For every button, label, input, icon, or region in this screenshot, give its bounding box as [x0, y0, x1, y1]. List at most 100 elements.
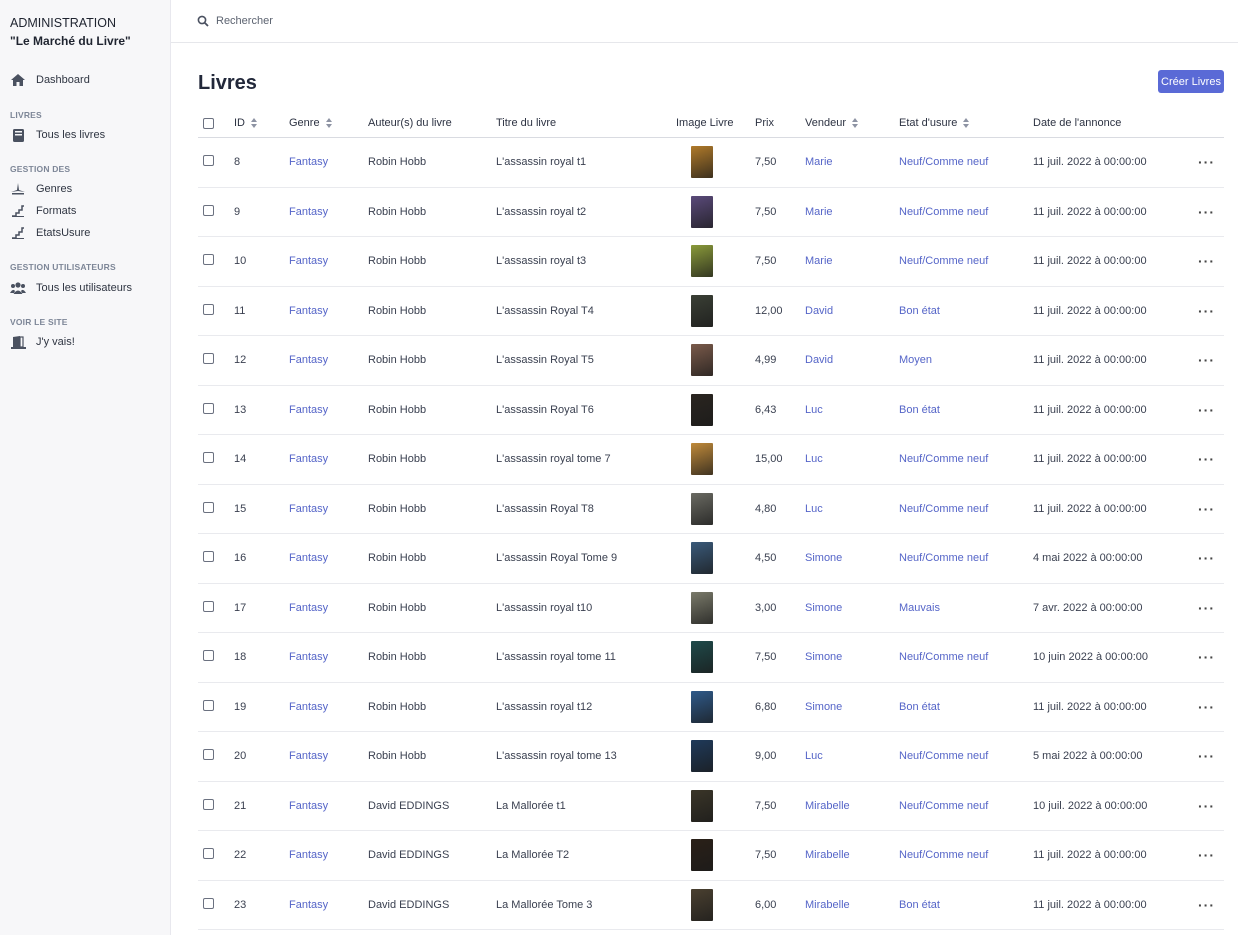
table-row[interactable]: 22 Fantasy David EDDINGS La Mallorée T2 7,50… [198, 831, 1224, 881]
column-genre[interactable]: Genre [289, 117, 333, 129]
cell-etat-link[interactable]: Neuf/Comme neuf [899, 849, 988, 861]
table-row[interactable]: 20 Fantasy Robin Hobb L'assassin royal tome… [198, 732, 1224, 782]
row-actions-menu-icon[interactable]: ··· [1198, 204, 1215, 220]
cell-etat-link[interactable]: Neuf/Comme neuf [899, 800, 988, 812]
row-actions-menu-icon[interactable]: ··· [1198, 649, 1215, 665]
cell-vendeur-link[interactable]: Luc [805, 503, 823, 515]
row-checkbox[interactable] [203, 303, 214, 318]
sidebar-item-genres[interactable]: Genres [10, 182, 72, 196]
row-actions-menu-icon[interactable]: ··· [1198, 253, 1215, 269]
create-book-button[interactable]: Créer Livres [1158, 70, 1224, 93]
cell-etat-link[interactable]: Bon état [899, 899, 940, 911]
row-actions-menu-icon[interactable]: ··· [1198, 847, 1215, 863]
cell-vendeur-link[interactable]: Luc [805, 453, 823, 465]
cell-genre-link[interactable]: Fantasy [289, 750, 328, 762]
table-row[interactable]: 8 Fantasy Robin Hobb L'assassin royal t1 7,5… [198, 138, 1224, 188]
sidebar-item-formats[interactable]: Formats [10, 204, 76, 218]
cell-etat-link[interactable]: Neuf/Comme neuf [899, 453, 988, 465]
cell-vendeur-link[interactable]: Simone [805, 552, 842, 564]
table-row[interactable]: 14 Fantasy Robin Hobb L'assassin royal tome… [198, 435, 1224, 485]
row-checkbox[interactable] [203, 155, 214, 169]
cell-genre-link[interactable]: Fantasy [289, 156, 328, 168]
cell-genre-link[interactable]: Fantasy [289, 354, 328, 366]
row-actions-menu-icon[interactable]: ··· [1198, 897, 1215, 913]
cell-etat-link[interactable]: Neuf/Comme neuf [899, 503, 988, 515]
column-id[interactable]: ID [234, 117, 258, 129]
cell-genre-link[interactable]: Fantasy [289, 552, 328, 564]
sidebar-item-tous-utilisateurs[interactable]: Tous les utilisateurs [10, 281, 132, 295]
table-row[interactable]: 11 Fantasy Robin Hobb L'assassin Royal T4 12… [198, 287, 1224, 336]
row-actions-menu-icon[interactable]: ··· [1198, 451, 1215, 467]
row-actions-menu-icon[interactable]: ··· [1198, 303, 1215, 319]
cell-vendeur-link[interactable]: Mirabelle [805, 849, 850, 861]
table-row[interactable]: 19 Fantasy Robin Hobb L'assassin royal t12 6… [198, 683, 1224, 732]
table-row[interactable]: 16 Fantasy Robin Hobb L'assassin Royal Tome… [198, 534, 1224, 584]
row-checkbox[interactable] [203, 699, 214, 714]
cell-etat-link[interactable]: Neuf/Comme neuf [899, 750, 988, 762]
column-vendeur[interactable]: Vendeur [805, 117, 859, 129]
row-checkbox[interactable] [203, 402, 214, 417]
row-checkbox[interactable] [203, 501, 214, 516]
cell-genre-link[interactable]: Fantasy [289, 602, 328, 614]
cell-vendeur-link[interactable]: David [805, 305, 833, 317]
cell-vendeur-link[interactable]: Simone [805, 602, 842, 614]
row-checkbox[interactable] [203, 353, 214, 367]
row-actions-menu-icon[interactable]: ··· [1198, 600, 1215, 616]
row-actions-menu-icon[interactable]: ··· [1198, 352, 1215, 368]
cell-etat-link[interactable]: Neuf/Comme neuf [899, 552, 988, 564]
cell-genre-link[interactable]: Fantasy [289, 899, 328, 911]
cell-genre-link[interactable]: Fantasy [289, 255, 328, 267]
row-actions-menu-icon[interactable]: ··· [1198, 501, 1215, 517]
cell-etat-link[interactable]: Neuf/Comme neuf [899, 156, 988, 168]
table-row[interactable]: 21 Fantasy David EDDINGS La Mallorée t1 7,50… [198, 782, 1224, 831]
row-actions-menu-icon[interactable]: ··· [1198, 699, 1215, 715]
row-checkbox[interactable] [203, 204, 214, 219]
row-checkbox[interactable] [203, 897, 214, 912]
cell-genre-link[interactable]: Fantasy [289, 800, 328, 812]
column-etat[interactable]: Etat d'usure [899, 117, 970, 129]
sidebar-item-tous-livres[interactable]: Tous les livres [10, 128, 105, 142]
search-input[interactable] [216, 15, 516, 27]
row-checkbox[interactable] [203, 551, 214, 565]
cell-genre-link[interactable]: Fantasy [289, 503, 328, 515]
cell-vendeur-link[interactable]: David [805, 354, 833, 366]
cell-vendeur-link[interactable]: Marie [805, 255, 833, 267]
table-row[interactable]: 10 Fantasy Robin Hobb L'assassin royal t3 7,… [198, 237, 1224, 287]
select-all-checkbox[interactable] [203, 118, 214, 129]
sidebar-item-etats[interactable]: EtatsUsure [10, 226, 90, 240]
table-row[interactable]: 23 Fantasy David EDDINGS La Mallorée Tome 3… [198, 881, 1224, 930]
cell-etat-link[interactable]: Bon état [899, 305, 940, 317]
cell-etat-link[interactable]: Bon état [899, 701, 940, 713]
table-row[interactable]: 17 Fantasy Robin Hobb L'assassin royal t10 3… [198, 584, 1224, 633]
cell-etat-link[interactable]: Bon état [899, 404, 940, 416]
table-row[interactable]: 13 Fantasy Robin Hobb L'assassin Royal T6 6,… [198, 386, 1224, 435]
cell-genre-link[interactable]: Fantasy [289, 701, 328, 713]
cell-genre-link[interactable]: Fantasy [289, 453, 328, 465]
table-row[interactable]: 15 Fantasy Robin Hobb L'assassin Royal T8 4,… [198, 485, 1224, 534]
cell-genre-link[interactable]: Fantasy [289, 206, 328, 218]
cell-genre-link[interactable]: Fantasy [289, 651, 328, 663]
cell-etat-link[interactable]: Neuf/Comme neuf [899, 255, 988, 267]
cell-vendeur-link[interactable]: Mirabelle [805, 899, 850, 911]
table-row[interactable]: 9 Fantasy Robin Hobb L'assassin royal t2 7,5… [198, 188, 1224, 237]
row-checkbox[interactable] [203, 254, 214, 268]
table-row[interactable]: 18 Fantasy Robin Hobb L'assassin royal tome… [198, 633, 1224, 683]
row-checkbox[interactable] [203, 600, 214, 615]
row-actions-menu-icon[interactable]: ··· [1198, 550, 1215, 566]
cell-etat-link[interactable]: Moyen [899, 354, 932, 366]
row-checkbox[interactable] [203, 848, 214, 862]
cell-vendeur-link[interactable]: Luc [805, 404, 823, 416]
row-actions-menu-icon[interactable]: ··· [1198, 154, 1215, 170]
cell-etat-link[interactable]: Neuf/Comme neuf [899, 651, 988, 663]
cell-vendeur-link[interactable]: Simone [805, 651, 842, 663]
cell-vendeur-link[interactable]: Luc [805, 750, 823, 762]
row-checkbox[interactable] [203, 749, 214, 763]
sidebar-item-dashboard[interactable]: Dashboard [10, 73, 90, 87]
cell-etat-link[interactable]: Neuf/Comme neuf [899, 206, 988, 218]
row-actions-menu-icon[interactable]: ··· [1198, 748, 1215, 764]
row-checkbox[interactable] [203, 452, 214, 466]
cell-vendeur-link[interactable]: Marie [805, 156, 833, 168]
cell-genre-link[interactable]: Fantasy [289, 404, 328, 416]
cell-vendeur-link[interactable]: Simone [805, 701, 842, 713]
cell-etat-link[interactable]: Mauvais [899, 602, 940, 614]
